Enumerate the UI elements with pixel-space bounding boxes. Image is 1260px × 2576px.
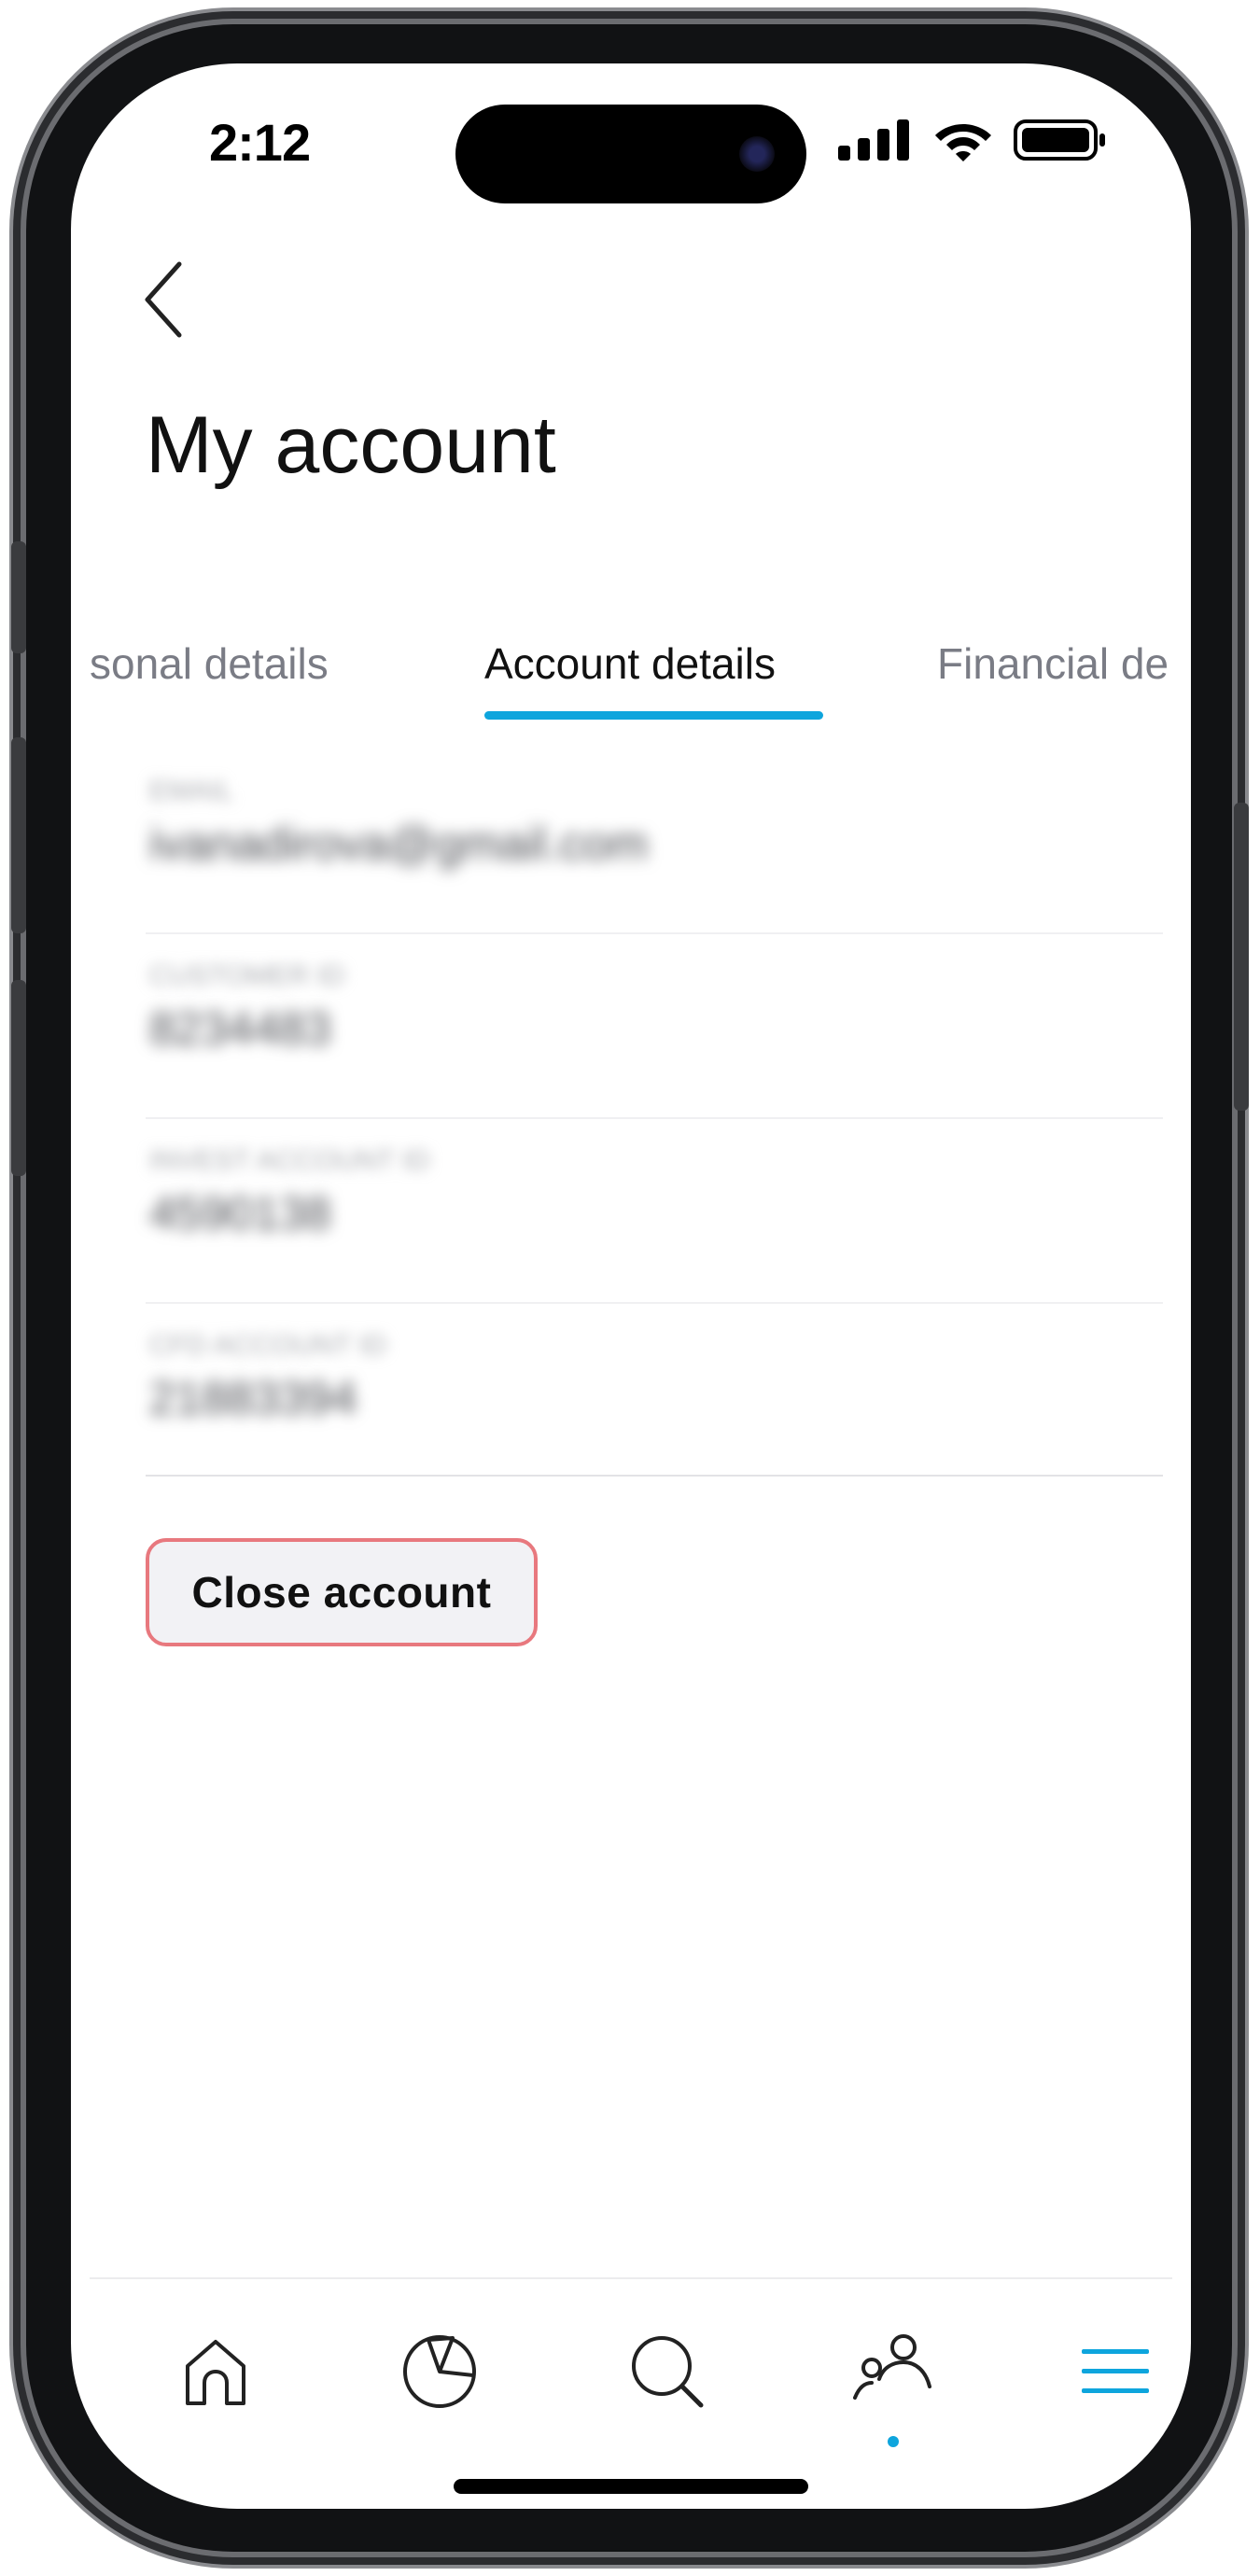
field-value: 8234483 — [149, 1002, 331, 1055]
email-field: EMAIL ivanadirova@gmail.com — [146, 749, 1163, 934]
chevron-left-icon — [145, 261, 182, 338]
bottom-nav — [71, 2294, 1191, 2447]
tab-account-details[interactable]: Account details — [484, 638, 776, 689]
nav-search[interactable] — [616, 2320, 719, 2423]
people-icon — [853, 2334, 931, 2400]
status-icons — [838, 118, 1107, 162]
notification-dot — [888, 2436, 899, 2447]
nav-portfolio[interactable] — [388, 2320, 491, 2423]
volume-down-button — [11, 980, 26, 1176]
divider — [146, 1475, 1163, 1477]
nav-home[interactable] — [164, 2320, 267, 2423]
pie-chart-icon — [403, 2335, 476, 2408]
close-account-button[interactable]: Close account — [146, 1538, 538, 1646]
home-indicator[interactable] — [454, 2479, 808, 2494]
field-value: 21883394 — [149, 1372, 357, 1424]
account-fields: EMAIL ivanadirova@gmail.com CUSTOMER ID … — [146, 749, 1163, 1487]
camera-icon — [739, 136, 775, 172]
home-icon — [186, 2340, 245, 2405]
tab-personal-details[interactable]: sonal details — [90, 638, 329, 689]
battery-icon — [1014, 119, 1105, 161]
dynamic-island — [455, 105, 806, 203]
search-icon — [632, 2336, 704, 2408]
close-account-label: Close account — [191, 1568, 492, 1617]
status-time: 2:12 — [209, 113, 311, 172]
tab-financial-details[interactable]: Financial de — [937, 638, 1169, 689]
field-label: CFD ACCOUNT ID — [149, 1330, 387, 1361]
menu-icon — [1082, 2349, 1149, 2393]
field-label: INVEST ACCOUNT ID — [149, 1145, 430, 1176]
customer-id-field: CUSTOMER ID 8234483 — [146, 934, 1163, 1119]
bottom-nav-divider — [90, 2277, 1172, 2279]
volume-up-button — [11, 737, 26, 933]
field-label: EMAIL — [149, 776, 234, 806]
back-button[interactable] — [136, 255, 211, 348]
cfd-account-id-field: CFD ACCOUNT ID 21883394 — [146, 1304, 1163, 1487]
field-value: 4590138 — [149, 1187, 331, 1239]
power-button — [1234, 803, 1249, 1111]
action-button — [11, 541, 26, 653]
nav-social[interactable] — [842, 2320, 945, 2447]
nav-menu[interactable] — [1064, 2320, 1167, 2423]
active-tab-indicator — [484, 711, 823, 720]
field-label: CUSTOMER ID — [149, 960, 345, 991]
wifi-icon — [935, 124, 991, 161]
invest-account-id-field: INVEST ACCOUNT ID 4590138 — [146, 1119, 1163, 1304]
app-screen: 2:12 My account sonal details Account de… — [71, 63, 1191, 2509]
tab-bar: sonal details Account details Financial … — [71, 612, 1191, 743]
field-value: ivanadirova@gmail.com — [149, 818, 649, 870]
page-title: My account — [146, 400, 556, 490]
signal-icon — [838, 119, 909, 161]
